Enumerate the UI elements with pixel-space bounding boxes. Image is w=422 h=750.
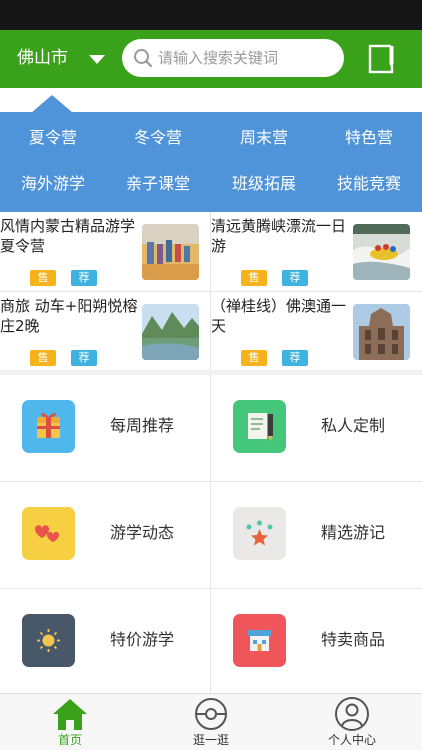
- divider: [0, 291, 422, 292]
- promo-image: [353, 304, 410, 360]
- feature-weekly-picks[interactable]: 每周推荐: [0, 375, 210, 481]
- search-input[interactable]: [158, 45, 336, 71]
- recommend-tag: 荐: [282, 270, 308, 286]
- category-winter-camp[interactable]: 冬令营: [105, 124, 211, 152]
- promo-card[interactable]: 风情内蒙古精品游学夏令营 售 荐: [0, 212, 210, 290]
- promo-title: （禅桂线）佛澳通一天: [211, 297, 347, 335]
- sale-tag: 售: [241, 270, 267, 286]
- feature-label: 每周推荐: [110, 416, 175, 435]
- edit-icon[interactable]: [368, 43, 398, 75]
- compass-icon: [195, 698, 227, 730]
- shop-icon: [233, 614, 286, 667]
- category-pointer: [31, 95, 73, 113]
- user-icon: [335, 697, 369, 731]
- sun-icon: [22, 614, 75, 667]
- app-header: 佛山市: [0, 30, 422, 88]
- chevron-down-icon[interactable]: [89, 55, 105, 64]
- tab-label: 首页: [57, 733, 82, 747]
- feature-label: 私人定制: [321, 416, 386, 435]
- category-overseas-study[interactable]: 海外游学: [0, 170, 106, 198]
- category-weekend-camp[interactable]: 周末营: [211, 124, 317, 152]
- promo-image: [142, 224, 199, 280]
- promo-image: [142, 304, 199, 360]
- category-class-outing[interactable]: 班级拓展: [211, 170, 317, 198]
- category-skill-contest[interactable]: 技能竞赛: [316, 170, 422, 198]
- feature-label: 精选游记: [321, 523, 386, 542]
- sale-tag: 售: [30, 270, 56, 286]
- promo-title: 商旅 动车+阳朔悦榕庄2晚: [0, 297, 138, 335]
- promo-card[interactable]: 商旅 动车+阳朔悦榕庄2晚 售 荐: [0, 292, 210, 370]
- feature-travel-notes[interactable]: 精选游记: [211, 482, 421, 588]
- city-selector[interactable]: 佛山市: [17, 46, 68, 70]
- status-bar: [0, 0, 422, 30]
- feature-label: 特价游学: [110, 630, 175, 649]
- category-panel: 夏令营 冬令营 周末营 特色营 海外游学 亲子课堂 班级拓展 技能竞赛: [0, 88, 422, 212]
- promo-title: 清远黄腾峡漂流一日游: [211, 217, 347, 255]
- feature-grid: 每周推荐 私人定制 游学动态 精选游记 特价游学 特卖商品: [0, 375, 422, 695]
- promo-card[interactable]: 清远黄腾峡漂流一日游 售 荐: [211, 212, 421, 290]
- divider: [210, 375, 211, 693]
- recommend-tag: 荐: [282, 350, 308, 366]
- divider: [0, 481, 422, 482]
- hearts-icon: [22, 507, 75, 560]
- recommend-tag: 荐: [71, 350, 97, 366]
- category-grid: 夏令营 冬令营 周末营 特色营 海外游学 亲子课堂 班级拓展 技能竞赛: [0, 112, 422, 212]
- sale-tag: 售: [30, 350, 56, 366]
- category-special-camp[interactable]: 特色营: [316, 124, 422, 152]
- notepad-pen-icon: [233, 400, 286, 453]
- feature-custom-tour[interactable]: 私人定制: [211, 375, 421, 481]
- tab-profile[interactable]: 个人中心: [282, 694, 422, 750]
- search-bar[interactable]: [122, 39, 344, 77]
- feature-discount-study[interactable]: 特价游学: [0, 589, 210, 695]
- search-icon: [134, 49, 153, 68]
- category-parent-child-class[interactable]: 亲子课堂: [105, 170, 211, 198]
- tab-label: 个人中心: [327, 733, 376, 747]
- divider: [0, 588, 422, 589]
- feature-label: 游学动态: [110, 523, 175, 542]
- promo-grid: 风情内蒙古精品游学夏令营 售 荐 清远黄腾峡漂流一日游 售 荐 商旅 动车+阳朔…: [0, 212, 422, 370]
- feature-study-news[interactable]: 游学动态: [0, 482, 210, 588]
- feature-label: 特卖商品: [321, 630, 386, 649]
- gift-icon: [22, 400, 75, 453]
- bottom-tab-bar: 首页 逛一逛 个人中心: [0, 693, 422, 750]
- sale-tag: 售: [241, 350, 267, 366]
- promo-title: 风情内蒙古精品游学夏令营: [0, 217, 136, 255]
- recommend-tag: 荐: [71, 270, 97, 286]
- promo-card[interactable]: （禅桂线）佛澳通一天 售 荐: [211, 292, 421, 370]
- star-rating-icon: [233, 507, 286, 560]
- promo-image: [353, 224, 410, 280]
- home-icon: [53, 699, 87, 730]
- tab-label: 逛一逛: [192, 733, 229, 747]
- feature-sale-goods[interactable]: 特卖商品: [211, 589, 421, 695]
- tab-explore[interactable]: 逛一逛: [141, 694, 281, 750]
- category-summer-camp[interactable]: 夏令营: [0, 124, 106, 152]
- tab-home[interactable]: 首页: [0, 694, 140, 750]
